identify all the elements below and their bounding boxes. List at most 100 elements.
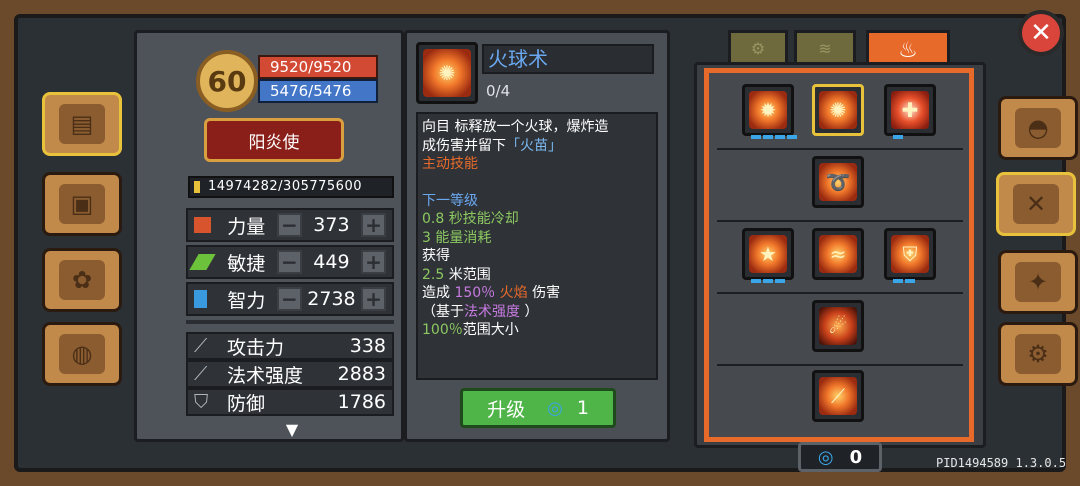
attribute-row: ⟋ 法术强度 2883	[186, 360, 394, 388]
level-value: 60	[207, 64, 247, 98]
skill-points-value: 0	[849, 446, 863, 468]
leaf-icon	[189, 254, 216, 270]
range-value: 2.5	[422, 266, 445, 283]
attribute-row: ⛉ 防御 1786	[186, 388, 394, 416]
skill-node[interactable]: ✚	[884, 84, 936, 139]
stat-value: 373	[313, 214, 350, 236]
close-button[interactable]: ✕	[1018, 10, 1064, 56]
desc-text: 伤害	[532, 285, 561, 301]
upgrade-button[interactable]: 升级 ◎ 1	[460, 388, 616, 428]
wand-icon: ⟋	[194, 363, 208, 385]
side-tab-vehicle[interactable]: ◍	[42, 322, 122, 386]
stat-increase-button[interactable]: +	[361, 213, 387, 237]
sword-icon: ⟋	[194, 335, 208, 357]
paw-icon: ✿	[59, 260, 105, 300]
attribute-label: 防御	[226, 392, 265, 415]
gear-icon: ⚙	[750, 39, 766, 58]
hp-bar: 9520/9520	[258, 55, 378, 79]
version-label: PID1494589 1.3.0.5	[936, 456, 1067, 470]
stat-row-intelligence: 智力 − 2738 +	[186, 282, 394, 316]
upgrade-cost: ◎ 1	[547, 397, 589, 419]
star-burst-icon: ✦	[1015, 262, 1061, 302]
skill-node[interactable]: ★	[742, 228, 794, 283]
stat-row-agility: 敏捷 − 449 +	[186, 245, 394, 279]
scroll-down-icon[interactable]: ▼	[268, 422, 316, 438]
mp-value: 5476/5476	[270, 82, 352, 100]
side-tab-pets[interactable]: ✿	[42, 248, 122, 312]
wind-icon: ≋	[818, 39, 832, 58]
side-tab-settings[interactable]: ⚙	[998, 322, 1078, 386]
desc-line: 造成 150％ 火焰 伤害	[422, 284, 652, 303]
stat-value: 449	[313, 251, 350, 273]
desc-keyword: 「火苗」	[506, 137, 562, 154]
energy-label: 能量消耗	[435, 229, 492, 246]
skill-level-pips	[751, 135, 797, 139]
gear-icon: ⚙	[1015, 334, 1061, 374]
skill-node[interactable]: ➰	[812, 156, 864, 208]
stat-decrease-button[interactable]: −	[276, 213, 302, 237]
skill-node[interactable]: ⛨	[884, 228, 936, 283]
stat-decrease-button[interactable]: −	[276, 287, 302, 311]
exp-value: 14974282/305775600	[208, 179, 362, 194]
exp-fill	[194, 181, 200, 193]
stat-value: 2738	[307, 288, 356, 310]
side-tab-helmet[interactable]: ◓	[998, 96, 1078, 160]
energy-value: 3	[422, 229, 431, 246]
stat-increase-button[interactable]: +	[361, 250, 387, 274]
skill-point-icon: ◎	[817, 446, 834, 468]
next-level-heading: 下一等级	[422, 192, 478, 209]
base-stat: 法术强度	[464, 303, 520, 320]
desc-line: 0.8 秒技能冷却	[422, 210, 652, 229]
side-tab-skills[interactable]: ✕	[996, 172, 1076, 236]
attribute-list: ⟋ 攻击力 338 ⟋ 法术强度 2883 ⛉ 防御 1786	[186, 332, 394, 416]
desc-text: 成伤害并留下	[422, 137, 506, 154]
exp-bar: 14974282/305775600	[188, 176, 394, 198]
skill-node[interactable]: ⟋	[812, 370, 864, 422]
stat-decrease-button[interactable]: −	[276, 250, 302, 274]
attribute-value: 1786	[337, 391, 386, 413]
skill-node[interactable]: ≈	[812, 228, 864, 280]
side-tab-inventory[interactable]: ▣	[42, 172, 122, 236]
side-tab-codex[interactable]: ▤	[42, 92, 122, 156]
cooldown-value: 0.8	[422, 211, 445, 227]
aoe-label: 范围大小	[462, 322, 519, 338]
attribute-row: ⟋ 攻击力 338	[186, 332, 394, 360]
skill-type: 主动技能	[422, 156, 478, 172]
fire-dash-icon: ➰	[819, 163, 857, 201]
tree-tab-2[interactable]: ≋	[794, 30, 856, 64]
class-name: 阳炎使	[248, 132, 300, 153]
fireball-icon: ✺	[423, 49, 471, 97]
divider	[186, 320, 394, 324]
desc-text: （基于	[422, 303, 464, 320]
selected-skill-icon: ✺	[416, 42, 478, 104]
stat-row-strength: 力量 − 373 +	[186, 208, 394, 242]
cooldown-label: 秒技能冷却	[448, 211, 519, 227]
side-tab-talent[interactable]: ✦	[998, 250, 1078, 314]
desc-line: 2.5 米范围	[422, 266, 652, 285]
chest-icon: ▣	[59, 184, 105, 224]
attribute-value: 2883	[337, 363, 386, 385]
shield-icon: ⛉	[194, 391, 209, 413]
fire-slash-icon: ⟋	[819, 377, 857, 415]
range-label: 米范围	[448, 266, 491, 283]
stat-increase-button[interactable]: +	[361, 287, 386, 311]
attribute-label: 攻击力	[226, 336, 284, 359]
skill-node-selected[interactable]: ✺	[812, 84, 864, 136]
fire-shield-icon: ⛨	[891, 235, 929, 273]
heal-cross-icon: ✚	[891, 91, 929, 129]
tree-tab-1[interactable]: ⚙	[728, 30, 788, 64]
skill-level-pips	[751, 279, 785, 283]
skill-points-counter: ◎ 0	[798, 442, 882, 472]
attribute-value: 338	[349, 335, 386, 357]
upgrade-label: 升级	[487, 398, 526, 421]
fireball-icon: ✺	[819, 91, 857, 129]
skill-level-pips	[893, 279, 915, 283]
fire-wave-icon: ≈	[819, 235, 857, 273]
wheel-icon: ◍	[59, 334, 105, 374]
skill-node[interactable]: ✹	[742, 84, 797, 139]
close-icon: ✕	[1030, 18, 1052, 48]
skill-node[interactable]: ☄	[812, 300, 864, 352]
fist-icon	[194, 217, 212, 233]
aoe-value: 100％	[422, 322, 463, 338]
